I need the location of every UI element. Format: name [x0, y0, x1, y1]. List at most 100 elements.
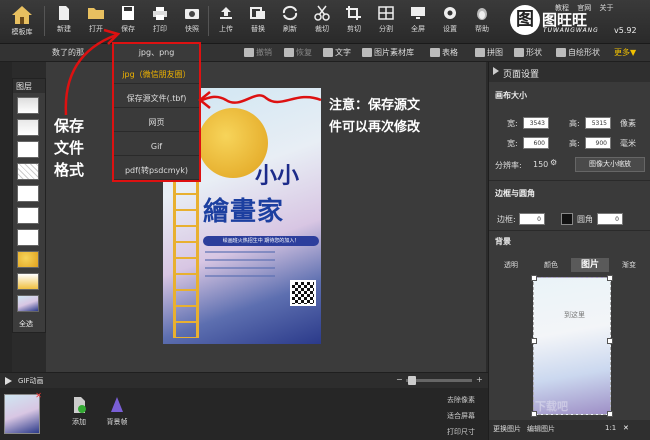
zoom-slider[interactable]: − +: [394, 375, 484, 385]
mm-width-input[interactable]: 600: [523, 137, 549, 149]
table-button[interactable]: 表格: [430, 47, 458, 58]
redo-button[interactable]: 恢复: [284, 47, 312, 58]
pen-shape-icon: [556, 48, 566, 57]
resize-handle[interactable]: [531, 338, 537, 344]
layer-thumbnail[interactable]: [17, 273, 39, 290]
radius-input[interactable]: 0: [597, 213, 623, 225]
layer-thumbnail[interactable]: [17, 207, 39, 224]
tutorial-link[interactable]: 教程: [555, 4, 569, 12]
replace-button[interactable]: 替换: [242, 3, 274, 41]
resize-handle[interactable]: [607, 275, 613, 281]
replace-icon: [250, 7, 265, 19]
shape-label: 形状: [526, 48, 542, 57]
actual-size-button[interactable]: 1:1: [605, 424, 616, 432]
edit-image-button[interactable]: 编辑图片: [527, 424, 555, 434]
redo-icon: [284, 48, 294, 57]
layer-thumbnail[interactable]: [17, 295, 39, 312]
tab-gradient[interactable]: 渐变: [611, 258, 647, 272]
collapse-icon[interactable]: [493, 67, 499, 75]
more-button[interactable]: 更多▼: [614, 47, 636, 58]
undo-icon: [244, 48, 254, 57]
print-button[interactable]: 打印: [144, 3, 176, 41]
dpi-value[interactable]: 150: [533, 160, 548, 169]
annotation-line: 文件: [54, 139, 85, 157]
pixel-width-input[interactable]: 3543: [523, 117, 549, 129]
zoom-knob[interactable]: [408, 376, 416, 385]
website-link[interactable]: 官网: [577, 4, 591, 12]
fit-screen-button[interactable]: 适合屏幕: [436, 408, 486, 424]
layer-thumbnail[interactable]: [17, 97, 39, 114]
annotation-line: 件可以再次修改: [329, 120, 421, 135]
app-window: 模板库 新建 打开 保存 打印 快照 上传 替换 刷新 裁切 剪切 分割 全屏 …: [0, 0, 650, 440]
toolbar-divider: [208, 6, 209, 36]
camera-icon: [185, 9, 199, 19]
logo-subtitle: TUWANGWANG: [543, 27, 599, 34]
tab-transparent[interactable]: 透明: [493, 258, 529, 272]
crop-icon: [346, 6, 361, 20]
remove-pixels-button[interactable]: 去除像素: [436, 392, 486, 408]
penguin-help-icon: [477, 8, 487, 20]
close-icon[interactable]: ✕: [623, 424, 629, 432]
snapshot-button[interactable]: 快照: [176, 3, 208, 41]
background-tabs: 透明 颜色 图片 渐变: [493, 258, 645, 272]
pixel-height-input[interactable]: 5315: [585, 117, 611, 129]
print-label: 打印: [153, 25, 167, 33]
frame-thumbnail[interactable]: ✕: [4, 391, 42, 434]
play-icon[interactable]: [5, 377, 12, 385]
tab-image[interactable]: 图片: [571, 258, 609, 272]
mm-height-input[interactable]: 900: [585, 137, 611, 149]
collage-icon: [475, 48, 485, 57]
help-button[interactable]: 帮助: [466, 3, 498, 41]
layer-thumbnail[interactable]: [17, 141, 39, 158]
custom-shape-button[interactable]: 自绘形状: [556, 47, 600, 58]
print-size-button[interactable]: 打印尺寸: [436, 424, 486, 440]
tab-color[interactable]: 颜色: [533, 258, 569, 272]
layer-thumbnail[interactable]: [17, 163, 39, 180]
upload-button[interactable]: 上传: [210, 3, 242, 41]
close-icon[interactable]: ✕: [35, 391, 42, 400]
border-input[interactable]: 0: [519, 213, 545, 225]
layer-thumbnail[interactable]: [17, 119, 39, 136]
layer-thumbnail[interactable]: [17, 251, 39, 268]
text-icon: [323, 48, 333, 57]
upload-label: 上传: [219, 25, 233, 33]
cut-button[interactable]: 剪切: [338, 3, 370, 41]
resize-handle[interactable]: [607, 411, 613, 417]
background-image-preview[interactable]: 到这里: [531, 275, 613, 417]
template-library-button[interactable]: 模板库: [4, 3, 40, 41]
gif-label: GIF动画: [18, 377, 44, 385]
layer-thumbnail[interactable]: [17, 229, 39, 246]
wizard-icon: [111, 397, 123, 412]
zoom-out-icon[interactable]: −: [396, 375, 403, 384]
background-frame-button[interactable]: 背景帧: [100, 396, 134, 427]
annotation-line: 保存: [54, 117, 85, 135]
resize-handle[interactable]: [531, 275, 537, 281]
layers-title: 图层: [13, 79, 45, 93]
select-all-button[interactable]: 全选: [19, 319, 33, 329]
image-resize-button[interactable]: 图像大小缩放: [575, 157, 645, 172]
image-library-button[interactable]: 图片素材库: [362, 47, 414, 58]
shape-button[interactable]: 形状: [514, 47, 542, 58]
crop-cut-button[interactable]: 裁切: [306, 3, 338, 41]
zoom-in-icon[interactable]: +: [476, 375, 483, 384]
radius-label: 圆角: [577, 215, 593, 224]
gear-icon[interactable]: ⚙: [550, 158, 557, 167]
resize-handle[interactable]: [607, 338, 613, 344]
image-icon: [362, 48, 372, 57]
add-frame-button[interactable]: 添加: [62, 396, 96, 427]
refresh-button[interactable]: 刷新: [274, 3, 306, 41]
background-frame-label: 背景帧: [106, 418, 128, 426]
undo-button[interactable]: 撤销: [244, 47, 272, 58]
mm-unit: 毫米: [620, 139, 636, 148]
collage-button[interactable]: 拼图: [475, 47, 503, 58]
border-color-swatch[interactable]: [561, 213, 573, 225]
about-link[interactable]: 关于: [599, 4, 613, 12]
split-label: 分割: [379, 25, 393, 33]
change-image-button[interactable]: 更换图片: [493, 424, 521, 434]
settings-button[interactable]: 设置: [434, 3, 466, 41]
pixel-unit: 像素: [620, 119, 636, 128]
split-button[interactable]: 分割: [370, 3, 402, 41]
layer-thumbnail[interactable]: [17, 185, 39, 202]
text-tool-button[interactable]: 文字: [323, 47, 351, 58]
fullscreen-button[interactable]: 全屏: [402, 3, 434, 41]
